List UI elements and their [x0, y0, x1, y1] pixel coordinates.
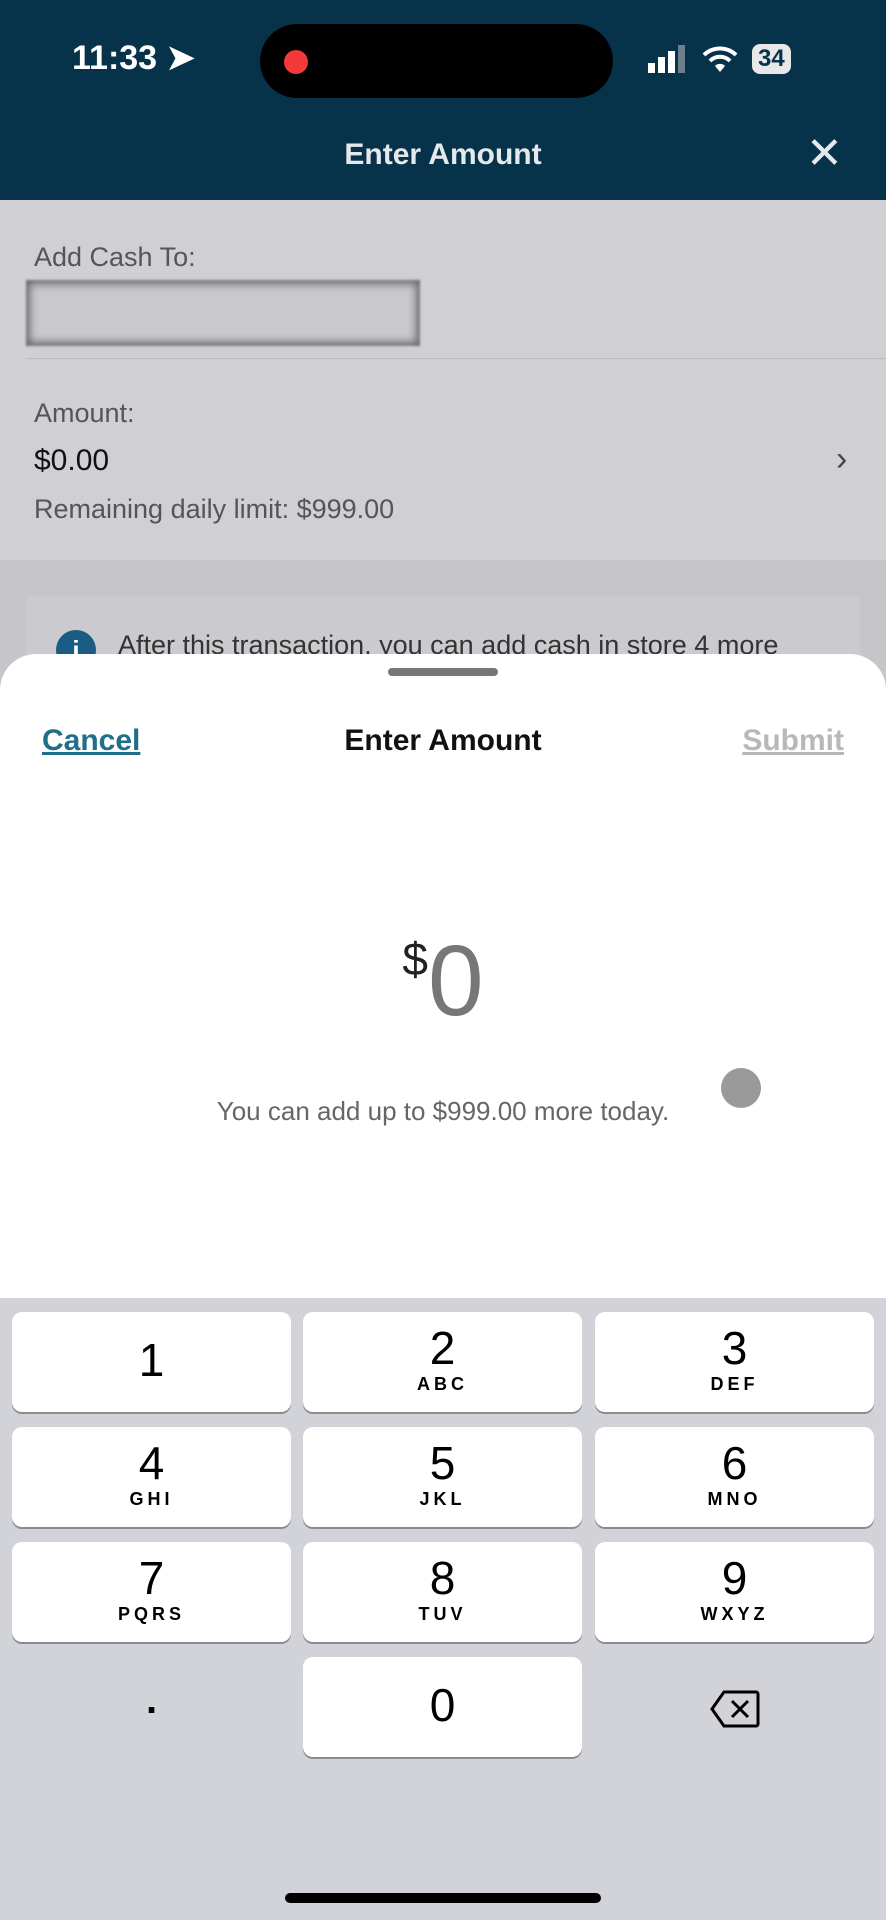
amount-value: $0.00 — [34, 444, 110, 477]
key-4[interactable]: 4 GHI — [12, 1427, 291, 1527]
chevron-right-icon[interactable]: › — [836, 440, 847, 479]
key-1[interactable]: 1 — [12, 1312, 291, 1412]
status-time: 11:33 ➤ — [72, 39, 196, 77]
submit-button[interactable]: Submit — [742, 724, 844, 758]
nav-header: 11:33 ➤ 34 Enter Amount ✕ — [0, 0, 886, 200]
backspace-icon — [709, 1690, 759, 1728]
remaining-limit: Remaining daily limit: $999.00 — [34, 494, 395, 524]
amount-value: 0 — [427, 925, 484, 1037]
numeric-keypad: 1 2 ABC 3 DEF 4 GHI 5 JKL 6 MNO 7 PQRS 8 TUV 9W… — [0, 1298, 886, 1920]
key-3[interactable]: 3 DEF — [595, 1312, 874, 1412]
home-indicator[interactable] — [285, 1893, 601, 1903]
key-6[interactable]: 6 MNO — [595, 1427, 874, 1527]
page-title: Enter Amount — [344, 138, 542, 171]
key-decimal[interactable]: . — [12, 1650, 291, 1750]
amount-label: Amount: — [34, 398, 135, 428]
recording-dot-icon — [284, 50, 308, 74]
add-cash-section: Add Cash To: Amount: $0.00 Remaining dai… — [0, 200, 886, 560]
account-name-redacted — [26, 280, 420, 346]
wifi-icon — [702, 46, 738, 72]
signal-icon — [648, 45, 685, 73]
location-arrow-icon: ➤ — [166, 39, 196, 77]
key-8[interactable]: 8 TUV — [303, 1542, 582, 1642]
key-2[interactable]: 2 ABC — [303, 1312, 582, 1412]
close-icon[interactable]: ✕ — [806, 132, 843, 176]
currency-symbol: $ — [402, 933, 428, 985]
add-cash-label: Add Cash To: — [34, 242, 196, 272]
amount-display: $0 — [0, 924, 886, 1039]
battery-icon: 34 — [752, 44, 791, 74]
touch-indicator — [721, 1068, 761, 1108]
key-7[interactable]: 7 PQRS — [12, 1542, 291, 1642]
divider — [26, 358, 886, 359]
sheet-drag-handle[interactable] — [388, 668, 498, 676]
key-5[interactable]: 5 JKL — [303, 1427, 582, 1527]
dynamic-island — [260, 24, 613, 98]
cancel-button[interactable]: Cancel — [42, 724, 140, 758]
status-icons: 34 — [648, 44, 791, 74]
key-9[interactable]: 9 WXYZ — [595, 1542, 874, 1642]
key-0[interactable]: 0 — [303, 1657, 582, 1757]
backspace-key[interactable] — [595, 1657, 874, 1757]
